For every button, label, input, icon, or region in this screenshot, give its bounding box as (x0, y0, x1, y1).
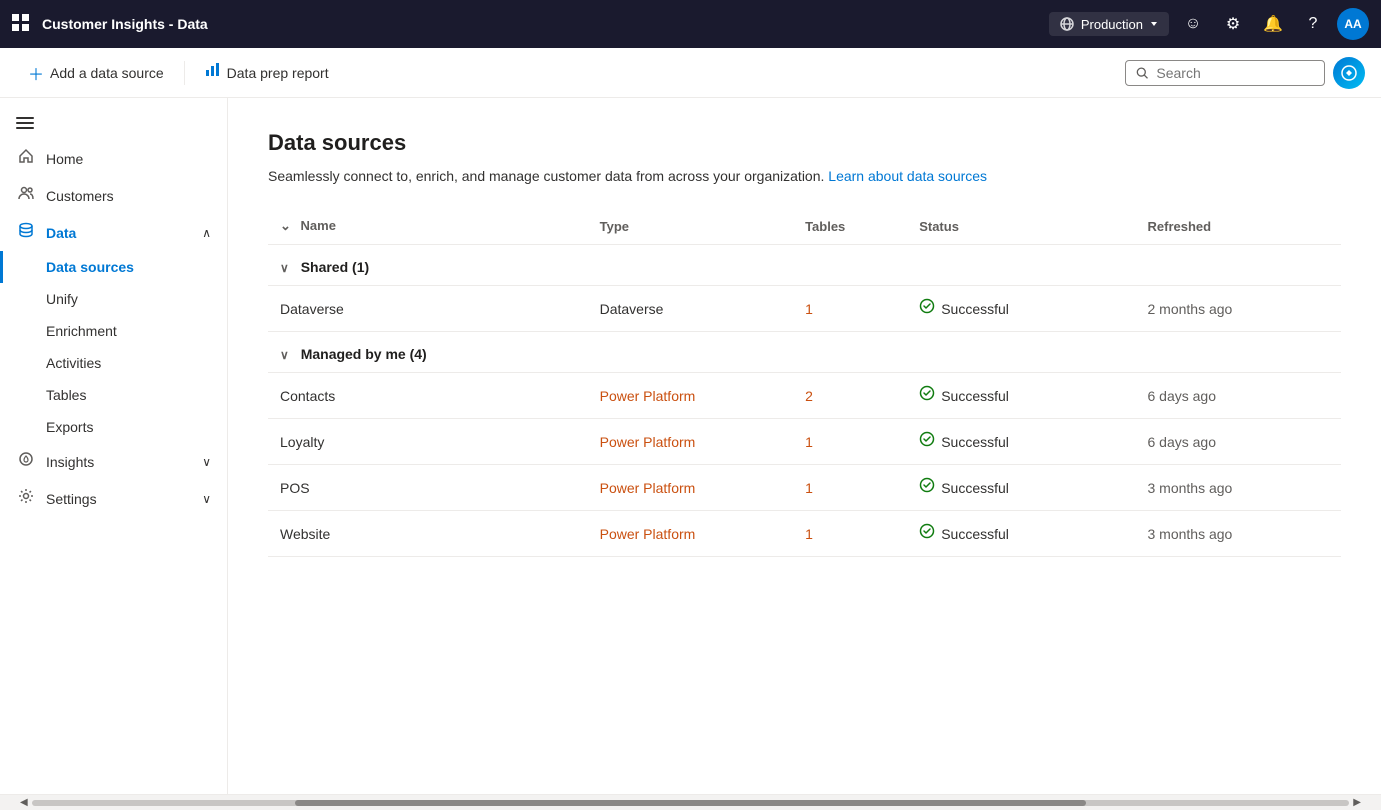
datasource-status: Successful (919, 523, 1123, 544)
sort-name-icon[interactable]: ⌄ (280, 218, 291, 233)
datasource-name-link[interactable]: Website (280, 526, 330, 542)
table-row[interactable]: POS Power Platform 1 Successful 3 (268, 465, 1341, 511)
sidebar-item-unify[interactable]: Unify (0, 283, 227, 315)
datasource-refreshed: 2 months ago (1148, 301, 1233, 317)
learn-link[interactable]: Learn about data sources (828, 168, 987, 184)
sidebar-item-data-sources[interactable]: Data sources (0, 251, 227, 283)
group-chevron-icon[interactable]: ∨ (280, 261, 289, 275)
datasource-tables: 1 (805, 480, 813, 496)
help-icon-btn[interactable]: ? (1297, 8, 1329, 40)
environment-name: Production (1081, 17, 1143, 32)
datasource-tables: 1 (805, 301, 813, 317)
insights-chevron-icon: ∨ (202, 455, 211, 469)
bell-icon-btn[interactable]: 🔔 (1257, 8, 1289, 40)
data-sources-table: ⌄ Name Type Tables Status Refreshed (268, 208, 1341, 557)
datasource-tables: 2 (805, 388, 813, 404)
table-row[interactable]: Dataverse Dataverse 1 Successful 2 (268, 286, 1341, 332)
data-chevron-icon: ∧ (202, 226, 211, 240)
sidebar-item-exports[interactable]: Exports (0, 411, 227, 443)
plus-icon: ＋ (28, 61, 44, 85)
datasource-tables: 1 (805, 526, 813, 542)
topnav-right: Production ☺ ⚙ 🔔 ? AA (1049, 8, 1369, 40)
environment-selector[interactable]: Production (1049, 12, 1169, 36)
table-row[interactable]: Loyalty Power Platform 1 Successful (268, 419, 1341, 465)
sidebar-section-insights[interactable]: Insights ∨ (0, 443, 227, 480)
group-chevron-icon[interactable]: ∨ (280, 348, 289, 362)
sidebar-item-home[interactable]: Home (0, 140, 227, 177)
add-datasource-button[interactable]: ＋ Add a data source (16, 55, 176, 91)
scroll-left-arrow[interactable]: ◀ (16, 797, 32, 808)
datasource-refreshed: 3 months ago (1148, 526, 1233, 542)
app-title: Customer Insights - Data (42, 16, 1049, 32)
datasource-status: Successful (919, 477, 1123, 498)
datasource-refreshed: 6 days ago (1148, 388, 1217, 404)
datasource-name-link[interactable]: Dataverse (280, 301, 344, 317)
col-header-type: Type (588, 208, 793, 245)
scroll-right-arrow[interactable]: ▶ (1349, 797, 1365, 808)
scroll-thumb (295, 800, 1086, 806)
col-header-status: Status (907, 208, 1135, 245)
sidebar-section-settings[interactable]: Settings ∨ (0, 480, 227, 517)
search-icon (1136, 66, 1148, 80)
horizontal-scrollbar: ◀ ▶ (0, 794, 1381, 810)
toolbar-separator (184, 61, 185, 85)
status-check-icon (919, 385, 935, 406)
customers-icon (16, 185, 36, 206)
datasource-type: Power Platform (600, 526, 696, 542)
data-prep-report-button[interactable]: Data prep report (193, 56, 341, 89)
hamburger-menu[interactable] (0, 106, 227, 140)
sidebar: Home Customers Data ∧ Data sources Unify… (0, 98, 228, 794)
toolbar: ＋ Add a data source Data prep report (0, 48, 1381, 98)
main-content: Data sources Seamlessly connect to, enri… (228, 98, 1381, 794)
insights-icon (16, 451, 36, 472)
table-row[interactable]: Website Power Platform 1 Successful (268, 511, 1341, 557)
scroll-track[interactable] (32, 800, 1350, 806)
status-check-icon (919, 477, 935, 498)
chart-icon (205, 62, 221, 83)
sidebar-item-enrichment[interactable]: Enrichment (0, 315, 227, 347)
sidebar-item-tables[interactable]: Tables (0, 379, 227, 411)
status-check-icon (919, 431, 935, 452)
smiley-icon-btn[interactable]: ☺ (1177, 8, 1209, 40)
datasource-status: Successful (919, 431, 1123, 452)
datasource-tables: 1 (805, 434, 813, 450)
copilot-button[interactable] (1333, 57, 1365, 89)
datasource-type: Power Platform (600, 480, 696, 496)
sidebar-item-customers[interactable]: Customers (0, 177, 227, 214)
layout: Home Customers Data ∧ Data sources Unify… (0, 98, 1381, 794)
settings-chevron-icon: ∨ (202, 492, 211, 506)
datasource-type: Power Platform (600, 434, 696, 450)
settings-icon (16, 488, 36, 509)
datasource-name-link[interactable]: Contacts (280, 388, 335, 404)
datasource-refreshed: 6 days ago (1148, 434, 1217, 450)
data-icon (16, 222, 36, 243)
status-check-icon (919, 298, 935, 319)
sidebar-item-activities[interactable]: Activities (0, 347, 227, 379)
topnav: Customer Insights - Data Production ☺ ⚙ … (0, 0, 1381, 48)
search-box[interactable] (1125, 60, 1325, 86)
search-input[interactable] (1156, 65, 1314, 81)
user-avatar[interactable]: AA (1337, 8, 1369, 40)
app-grid-icon[interactable] (12, 14, 30, 35)
datasource-status: Successful (919, 298, 1123, 319)
col-header-tables: Tables (793, 208, 907, 245)
datasource-refreshed: 3 months ago (1148, 480, 1233, 496)
datasource-type: Power Platform (600, 388, 696, 404)
col-header-refreshed: Refreshed (1136, 208, 1342, 245)
page-description: Seamlessly connect to, enrich, and manag… (268, 168, 1341, 184)
datasource-type: Dataverse (600, 301, 664, 317)
table-header-row: ⌄ Name Type Tables Status Refreshed (268, 208, 1341, 245)
datasource-name-link[interactable]: Loyalty (280, 434, 324, 450)
col-header-name: ⌄ Name (268, 208, 588, 245)
page-title: Data sources (268, 130, 1341, 156)
table-group-header: ∨ Managed by me (4) (268, 332, 1341, 373)
home-icon (16, 148, 36, 169)
sidebar-section-data[interactable]: Data ∧ (0, 214, 227, 251)
settings-icon-btn[interactable]: ⚙ (1217, 8, 1249, 40)
datasource-status: Successful (919, 385, 1123, 406)
table-group-header: ∨ Shared (1) (268, 245, 1341, 286)
status-check-icon (919, 523, 935, 544)
datasource-name-link[interactable]: POS (280, 480, 310, 496)
table-row[interactable]: Contacts Power Platform 2 Successful (268, 373, 1341, 419)
